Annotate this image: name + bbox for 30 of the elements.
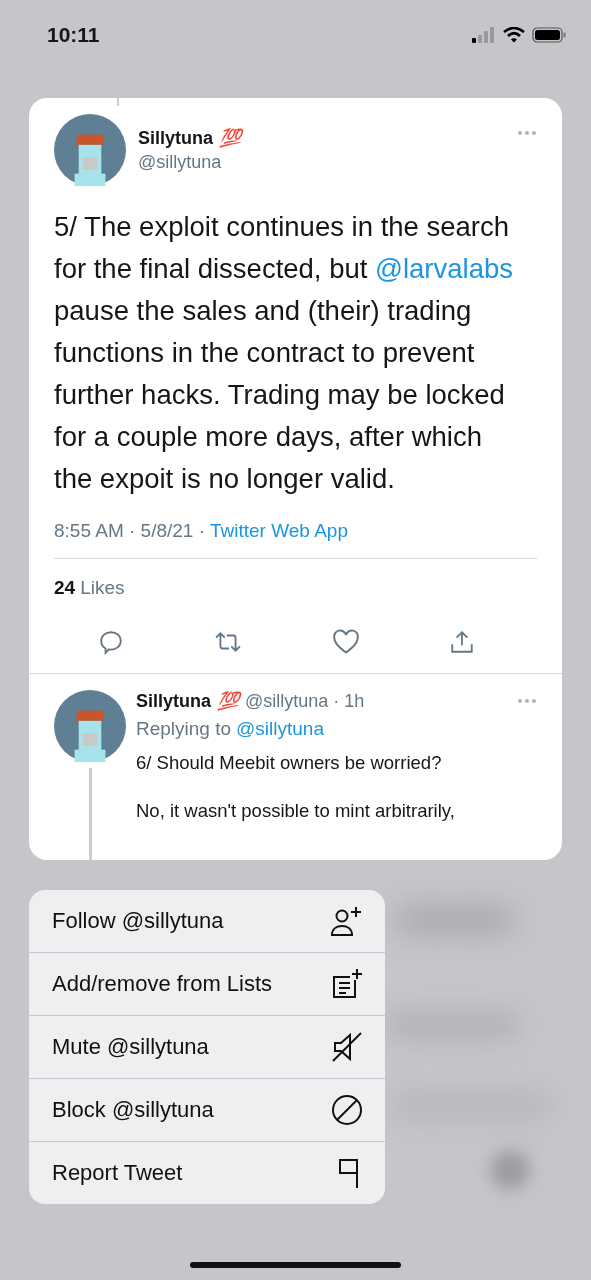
tweet-timestamp: 8:55 AM · 5/8/21 · [54, 520, 207, 541]
add-list-icon [331, 968, 363, 1000]
menu-item[interactable]: Block @sillytuna [29, 1078, 385, 1141]
avatar[interactable] [54, 114, 126, 186]
wifi-icon [503, 27, 525, 43]
add-user-icon [329, 905, 363, 937]
likes-label[interactable]: Likes [80, 577, 125, 599]
menu-item[interactable]: Add/remove from Lists [29, 952, 385, 1015]
muted-speaker-icon [331, 1031, 363, 1063]
reply-text: No, it wasn't possible to mint arbitrarily, [136, 800, 456, 822]
replying-label: Replying to [136, 718, 232, 740]
user-handle[interactable]: @sillytuna · 1h [245, 690, 365, 712]
battery-icon [532, 27, 567, 43]
menu-item[interactable]: Mute @sillytuna [29, 1015, 385, 1078]
menu-item[interactable]: Report Tweet [29, 1141, 385, 1204]
signal-icon [472, 27, 496, 43]
block-icon [331, 1094, 363, 1126]
reply-icon[interactable] [98, 629, 125, 655]
blurred-shape [490, 1150, 530, 1190]
heart-icon[interactable] [331, 629, 360, 655]
reply-text: 6/ Should Meebit owners be worried? [136, 752, 443, 774]
user-handle[interactable]: @sillytuna [138, 152, 505, 173]
menu-item[interactable]: Follow @sillytuna [29, 890, 385, 952]
user-name[interactable]: Sillytuna [136, 690, 211, 712]
share-icon[interactable] [448, 629, 475, 655]
avatar[interactable] [54, 690, 126, 762]
tweet-text: 5/ The exploit continues in the search for the final dissected, but @larvalabs pause the sales and (their) trading functions in the contract to prevent further hacks. Trading may be locked for a couple more days, after which the expoit is no longer valid. [54, 210, 514, 496]
likes-count[interactable]: 24 [54, 577, 76, 599]
clock: 10:11 [47, 23, 100, 47]
user-name[interactable]: Sillytuna [138, 127, 213, 149]
